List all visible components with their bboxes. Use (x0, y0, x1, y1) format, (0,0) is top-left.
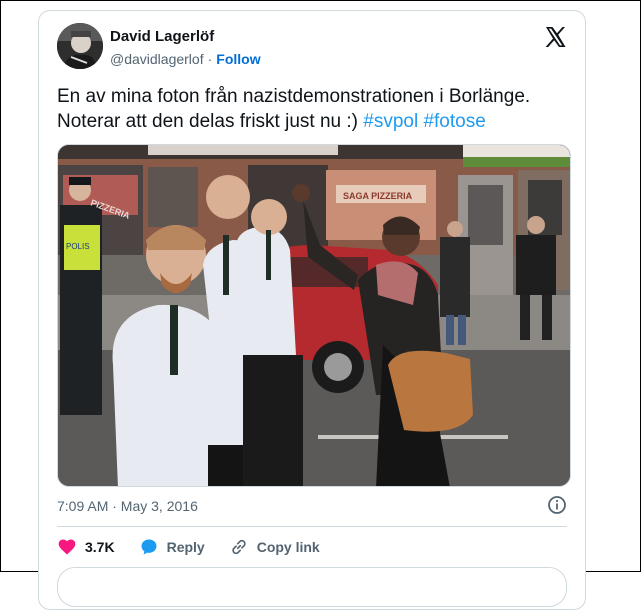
separator-dot: · (207, 51, 213, 67)
heart-icon (58, 539, 76, 555)
avatar[interactable] (57, 23, 103, 69)
tweet-text: En av mina foton från nazistdemonstratio… (57, 84, 577, 134)
tweet-actions: 3.7K Reply Copy link (57, 535, 344, 559)
tweet-photo[interactable]: POLIS PIZZERIA SAGA PIZZERIA (57, 144, 571, 487)
police-label: POLIS (66, 242, 90, 251)
tweet-timestamp[interactable]: 7:09 AM · May 3, 2016 (57, 498, 198, 514)
author-handle[interactable]: @davidlagerlof (110, 51, 204, 67)
storefront-sign-right: SAGA PIZZERIA (343, 191, 413, 201)
reply-button[interactable]: Reply (139, 537, 205, 557)
like-button[interactable]: 3.7K (57, 537, 115, 557)
copy-link-label: Copy link (256, 539, 320, 555)
hashtag-svpol[interactable]: #svpol (363, 111, 418, 132)
author-handle-row: @davidlagerlof · Follow (110, 51, 261, 67)
link-icon (231, 539, 246, 555)
tweet-text-line2: Noterar att den delas friskt just nu :) … (57, 109, 577, 134)
author-name[interactable]: David Lagerlöf (110, 28, 214, 45)
copy-link-button[interactable]: Copy link (229, 537, 320, 557)
reply-bubble-icon (141, 539, 157, 555)
tweet-text-line1: En av mina foton från nazistdemonstratio… (57, 86, 531, 107)
x-logo-icon[interactable] (543, 25, 567, 49)
follow-button[interactable]: Follow (216, 51, 260, 67)
tweet-text-line2-prefix: Noterar att den delas friskt just nu :) (57, 111, 364, 132)
tweet-card: David Lagerlöf @davidlagerlof · Follow En … (38, 10, 586, 610)
hashtag-fotose[interactable]: #fotose (423, 111, 485, 132)
read-replies-button[interactable] (57, 567, 567, 607)
divider (57, 526, 567, 527)
reply-label: Reply (166, 539, 205, 555)
like-count: 3.7K (85, 539, 115, 555)
info-icon[interactable] (547, 495, 567, 515)
